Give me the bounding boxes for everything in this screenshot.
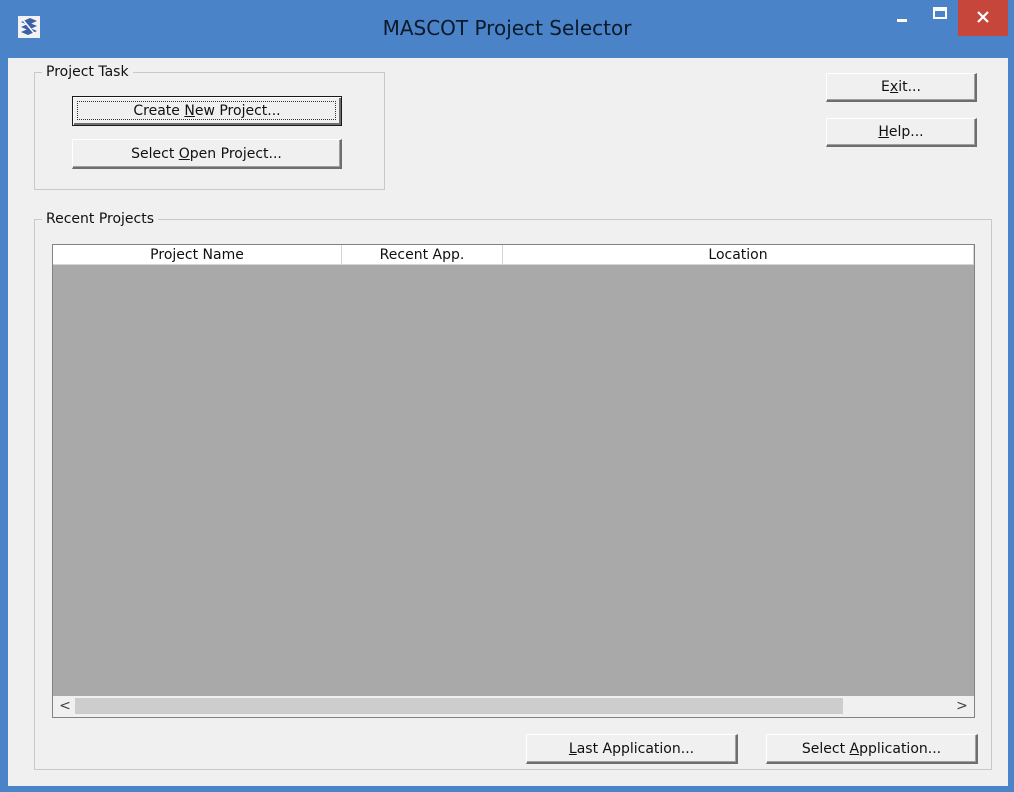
help-label: Help...: [878, 124, 924, 140]
last-application-label: Last Application...: [568, 740, 695, 757]
dialog-client-area: Project Task Create New Project... Selec…: [8, 58, 1008, 786]
maximize-icon: [933, 7, 947, 19]
select-open-project-label: Select Open Project...: [131, 145, 282, 162]
exit-label: Exit...: [881, 79, 921, 95]
column-header-project-name[interactable]: Project Name: [53, 245, 342, 265]
create-new-project-label: Create New Project...: [133, 103, 281, 119]
close-button[interactable]: [958, 0, 1008, 36]
title-bar[interactable]: MASCOT Project Selector: [0, 0, 1014, 60]
select-application-label: Select Application...: [801, 740, 942, 757]
close-icon: [977, 11, 989, 23]
exit-button[interactable]: Exit...: [826, 73, 977, 102]
project-task-label: Project Task: [42, 63, 133, 81]
list-header: Project Name Recent App. Location: [53, 245, 974, 265]
recent-projects-list[interactable]: Project Name Recent App. Location: [52, 244, 975, 716]
recent-projects-label: Recent Projects: [42, 210, 159, 228]
scrollbar-thumb[interactable]: [75, 698, 843, 714]
horizontal-scrollbar[interactable]: < >: [52, 696, 975, 718]
scroll-right-icon[interactable]: >: [952, 696, 972, 716]
main-window: MASCOT Project Selector Project Task Cre…: [0, 0, 1014, 792]
select-application-button[interactable]: Select Application...: [766, 734, 978, 764]
project-task-group: [34, 72, 385, 190]
maximize-button[interactable]: [922, 0, 958, 36]
column-header-recent-app[interactable]: Recent App.: [342, 245, 503, 265]
column-header-location[interactable]: Location: [503, 245, 974, 265]
minimize-icon: [897, 19, 907, 22]
create-new-project-button[interactable]: Create New Project...: [72, 96, 342, 126]
minimize-button[interactable]: [882, 0, 924, 36]
select-open-project-button[interactable]: Select Open Project...: [72, 139, 342, 169]
help-button[interactable]: Help...: [826, 118, 977, 147]
window-title: MASCOT Project Selector: [382, 16, 632, 40]
scroll-left-icon[interactable]: <: [55, 696, 75, 716]
last-application-button[interactable]: Last Application...: [526, 734, 738, 764]
